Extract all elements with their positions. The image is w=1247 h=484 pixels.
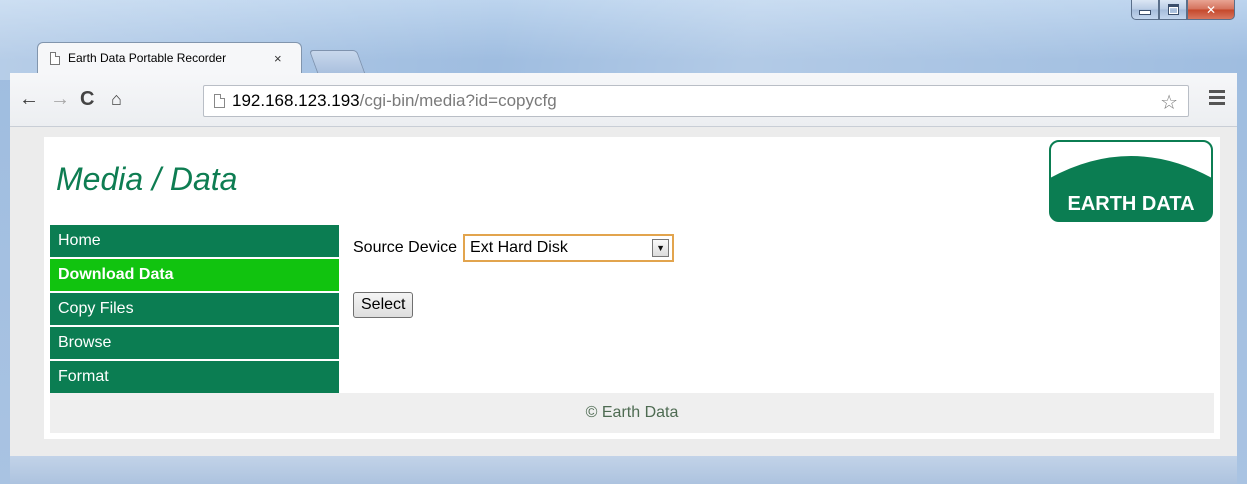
reload-icon[interactable]: C bbox=[80, 89, 94, 109]
page-container: Media / Data EARTH DATA Home Download Da… bbox=[44, 137, 1220, 439]
close-icon: ✕ bbox=[1205, 2, 1217, 17]
tab-title: Earth Data Portable Recorder bbox=[68, 51, 227, 65]
forward-arrow-icon[interactable]: → bbox=[50, 89, 70, 109]
bookmark-star-icon[interactable]: ☆ bbox=[1160, 90, 1178, 115]
minimize-icon bbox=[1139, 10, 1151, 15]
home-icon[interactable]: ⌂ bbox=[111, 89, 122, 109]
window-bottom-frame bbox=[10, 456, 1237, 484]
chevron-down-icon[interactable]: ▼ bbox=[652, 239, 670, 257]
minimize-button[interactable] bbox=[1131, 0, 1159, 20]
page-icon bbox=[214, 94, 225, 108]
sidebar-item-download-data[interactable]: Download Data bbox=[50, 259, 339, 291]
page-title: Media / Data bbox=[56, 161, 238, 197]
tab-close-icon[interactable]: × bbox=[274, 51, 282, 66]
back-arrow-icon[interactable]: ← bbox=[19, 89, 39, 109]
sidebar-item-home[interactable]: Home bbox=[50, 225, 339, 257]
new-tab-button[interactable] bbox=[308, 50, 366, 73]
window-controls: ✕ bbox=[1131, 0, 1235, 22]
url-path: /cgi-bin/media?id=copycfg bbox=[359, 91, 557, 110]
sidebar-item-browse[interactable]: Browse bbox=[50, 327, 339, 359]
logo-text: EARTH DATA bbox=[1067, 193, 1194, 215]
browser-window: ✕ Earth Data Portable Recorder × ← → C ⌂… bbox=[0, 0, 1247, 484]
source-device-label: Source Device bbox=[353, 239, 458, 256]
page-viewport: Media / Data EARTH DATA Home Download Da… bbox=[10, 127, 1237, 456]
sidebar-item-copy-files[interactable]: Copy Files bbox=[50, 293, 339, 325]
menu-icon[interactable] bbox=[1209, 90, 1225, 108]
maximize-icon bbox=[1167, 4, 1179, 15]
close-window-button[interactable]: ✕ bbox=[1187, 0, 1235, 20]
earth-data-logo: EARTH DATA bbox=[1049, 140, 1213, 222]
url-host: 192.168.123.193 bbox=[232, 91, 360, 110]
source-device-value: Ext Hard Disk bbox=[470, 239, 568, 256]
select-button[interactable]: Select bbox=[353, 292, 414, 318]
browser-tab[interactable]: Earth Data Portable Recorder × bbox=[37, 42, 302, 73]
sidebar-item-format[interactable]: Format bbox=[50, 361, 339, 393]
sidebar-nav: Home Download Data Copy Files Browse For… bbox=[50, 225, 339, 395]
page-icon bbox=[50, 51, 60, 65]
maximize-button[interactable] bbox=[1159, 0, 1187, 20]
page-footer: © Earth Data bbox=[50, 393, 1214, 433]
main-content: Source Device Ext Hard Disk ▼ Select bbox=[353, 234, 675, 318]
address-bar[interactable]: 192.168.123.193/cgi-bin/media?id=copycfg… bbox=[203, 85, 1189, 117]
source-device-row: Source Device Ext Hard Disk ▼ bbox=[353, 234, 675, 262]
browser-toolbar: ← → C ⌂ 192.168.123.193/cgi-bin/media?id… bbox=[10, 73, 1237, 127]
source-device-select[interactable]: Ext Hard Disk ▼ bbox=[463, 234, 675, 262]
